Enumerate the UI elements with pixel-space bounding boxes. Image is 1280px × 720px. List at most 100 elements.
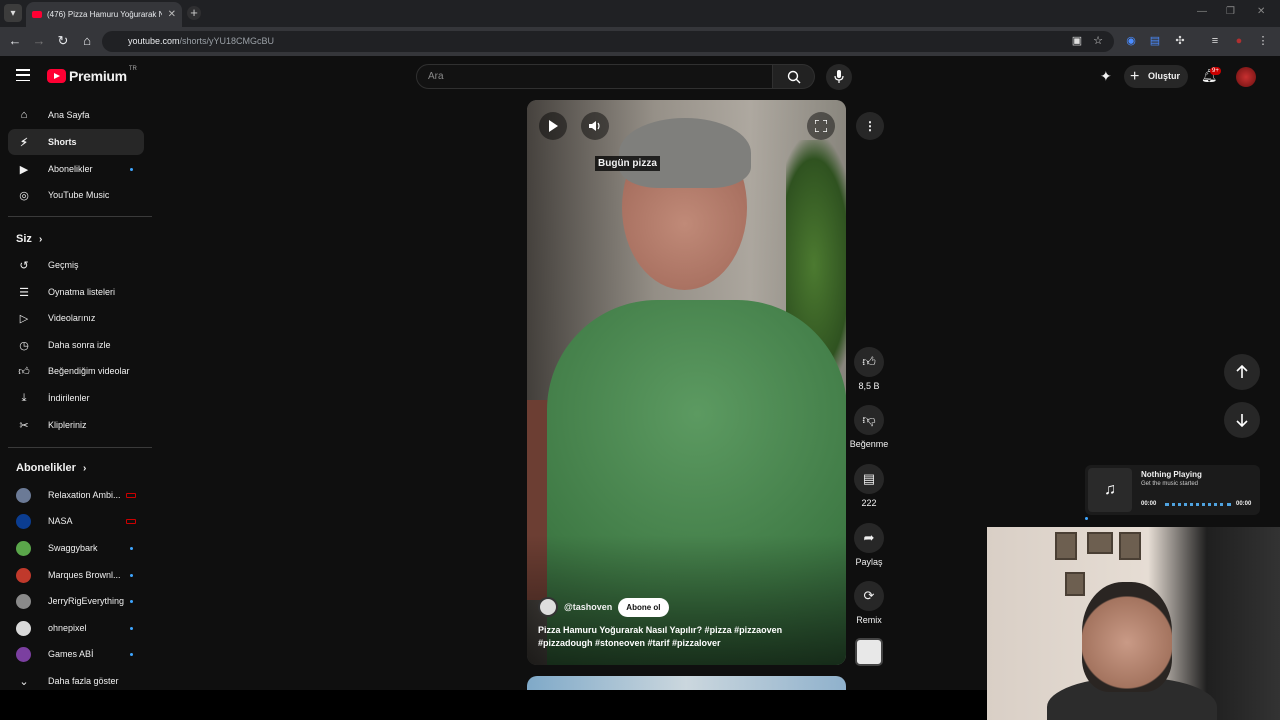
channel-handle[interactable]: @tashoven — [564, 602, 612, 612]
close-tab-icon[interactable]: ✕ — [168, 9, 176, 20]
youtube-favicon-icon — [32, 11, 42, 18]
sidebar-item-liked-videos[interactable]: 👍︎ Beğendiğim videolar — [8, 358, 144, 384]
sidebar-item-history[interactable]: ↺ Geçmiş — [8, 252, 144, 278]
account-avatar[interactable] — [1236, 67, 1256, 87]
progress-indicator-dot — [1085, 517, 1088, 520]
home-browser-icon[interactable]: ⌂ — [79, 33, 95, 49]
sidebar-item-label: YouTube Music — [48, 190, 110, 200]
hamburger-menu-icon[interactable] — [16, 69, 30, 81]
music-note-icon: ♫ — [1088, 468, 1132, 512]
share-icon: ➦ — [854, 523, 884, 553]
remix-button[interactable]: ⟳ Remix — [849, 581, 889, 625]
wall-frame — [1065, 572, 1085, 596]
sidebar-item-downloads[interactable]: ⤓ İndirilenler — [8, 385, 144, 411]
volume-button[interactable] — [581, 112, 609, 140]
search-icon — [787, 70, 800, 83]
play-button[interactable] — [539, 112, 567, 140]
youtube-premium-logo[interactable]: Premium TR — [47, 66, 137, 84]
sidebar-item-subscriptions[interactable]: ▶︎ Abonelikler — [8, 156, 144, 182]
subscriptions-section-header[interactable]: Abonelikler › — [16, 462, 86, 474]
new-content-dot — [130, 626, 133, 630]
youtube-play-logo-icon — [47, 69, 66, 83]
downloads-icon: ⤓ — [21, 391, 27, 404]
youtube-header: Premium TR Ara ✦ + Oluştur 🔔︎ 9+ — [0, 56, 1280, 96]
search-input[interactable]: Ara — [416, 64, 773, 89]
profile-avatar[interactable]: ● — [1232, 34, 1246, 48]
now-playing-widget[interactable]: ♫ Nothing Playing Get the music started … — [1085, 465, 1260, 515]
video-caption-overlay: Bugün pizza — [595, 156, 660, 171]
media-control-icon[interactable]: ≡ — [1208, 34, 1222, 48]
clips-icon: ✂ — [19, 419, 29, 432]
address-bar[interactable]: youtube.com/shorts/yYU18CMGcBU — [102, 31, 1114, 52]
new-content-dot — [130, 652, 133, 656]
previous-short-button[interactable] — [1224, 354, 1260, 390]
extensions-puzzle-icon[interactable]: ✣ — [1173, 34, 1187, 48]
dislike-button[interactable]: 👎︎ Beğenme — [849, 405, 889, 449]
remix-icon: ⟳ — [854, 581, 884, 611]
like-button[interactable]: 👍︎ 8,5 B — [849, 347, 889, 391]
extension-icon[interactable]: ◉ — [1124, 34, 1138, 48]
translate-extension-icon[interactable]: ▤ — [1148, 34, 1162, 48]
sidebar-item-home[interactable]: ⌂ Ana Sayfa — [8, 102, 144, 128]
you-section-header[interactable]: Siz › — [16, 233, 42, 245]
subscription-item[interactable]: ohnepixel — [8, 615, 144, 641]
subscription-item[interactable]: Swaggybark — [8, 535, 144, 561]
subscriptions-icon: ▶︎ — [19, 163, 29, 176]
microphone-icon — [834, 70, 844, 83]
sidebar-item-your-videos[interactable]: ▷ Videolarınız — [8, 305, 144, 331]
channel-avatar — [16, 593, 31, 609]
sidebar-item-watch-later[interactable]: ◷ Daha sonra izle — [8, 332, 144, 358]
webcam-person-head — [1082, 582, 1172, 692]
you-heading-label: Siz — [16, 233, 32, 245]
sidebar-item-shorts[interactable]: ⚡︎ Shorts — [8, 129, 144, 155]
sidebar-item-youtube-music[interactable]: ◎ YouTube Music — [8, 182, 144, 208]
share-button[interactable]: ➦ Paylaş — [849, 523, 889, 567]
restore-icon[interactable]: ❐ — [1226, 6, 1235, 17]
shorts-create-icon[interactable]: ✦ — [1100, 68, 1112, 85]
cast-icon[interactable]: ▣ — [1070, 34, 1084, 48]
subscription-item[interactable]: NASA — [8, 508, 144, 534]
share-label: Paylaş — [855, 557, 883, 567]
channel-avatar — [16, 567, 31, 583]
divider — [8, 216, 152, 217]
show-more-label: Daha fazla göster — [48, 676, 119, 686]
comments-button[interactable]: ▤ 222 — [849, 464, 889, 508]
video-description[interactable]: Pizza Hamuru Yoğurarak Nasıl Yapılır? #p… — [538, 624, 828, 650]
tab-search-button[interactable]: ▾ — [4, 4, 22, 22]
more-options-button[interactable]: ⋮ — [856, 112, 884, 140]
search-button[interactable] — [773, 64, 815, 89]
subscription-item[interactable]: Games ABİ — [8, 641, 144, 667]
bookmark-star-icon[interactable]: ☆ — [1091, 34, 1105, 48]
active-tab[interactable]: (476) Pizza Hamuru Yoğurarak N ✕ — [26, 2, 182, 27]
subscription-item[interactable]: Relaxation Ambi... — [8, 482, 144, 508]
sound-thumbnail[interactable] — [855, 638, 883, 666]
plus-icon: + — [1130, 68, 1140, 85]
channel-avatar — [16, 513, 31, 529]
subscription-item[interactable]: Marques Brownl... — [8, 562, 144, 588]
next-short-button[interactable] — [1224, 402, 1260, 438]
sidebar-item-playlists[interactable]: ☰ Oynatma listeleri — [8, 279, 144, 305]
new-tab-button[interactable]: + — [187, 6, 201, 20]
subscribe-button[interactable]: Abone ol — [618, 597, 669, 617]
description-line: #pizzadough #stoneoven #tarif #pizzalove… — [538, 638, 721, 648]
reload-icon[interactable]: ↻ — [55, 33, 71, 49]
home-icon: ⌂ — [20, 109, 28, 121]
create-button[interactable]: + Oluştur — [1124, 65, 1188, 88]
sidebar-item-clips[interactable]: ✂ Klipleriniz — [8, 412, 144, 438]
close-window-icon[interactable]: ✕ — [1257, 6, 1265, 17]
sidebar-item-label: Oynatma listeleri — [48, 287, 116, 297]
subscription-item[interactable]: JerryRigEverything — [8, 588, 144, 614]
channel-avatar[interactable] — [538, 597, 558, 617]
channel-name: ohnepixel — [48, 623, 87, 633]
shorts-video-player[interactable]: Bugün pizza @tashoven Abone ol Pizza Ham… — [527, 100, 846, 665]
fullscreen-button[interactable] — [807, 112, 835, 140]
minimize-icon[interactable]: — — [1197, 6, 1207, 17]
url-path: /shorts/yYU18CMGcBU — [179, 36, 275, 46]
voice-search-button[interactable] — [826, 64, 852, 90]
forward-icon[interactable]: → — [31, 33, 47, 49]
progress-bar[interactable] — [1165, 503, 1231, 506]
back-icon[interactable]: ← — [7, 33, 23, 49]
browser-menu-icon[interactable]: ⋮ — [1256, 34, 1270, 48]
channel-avatar — [16, 646, 31, 662]
channel-name: Swaggybark — [48, 543, 98, 553]
